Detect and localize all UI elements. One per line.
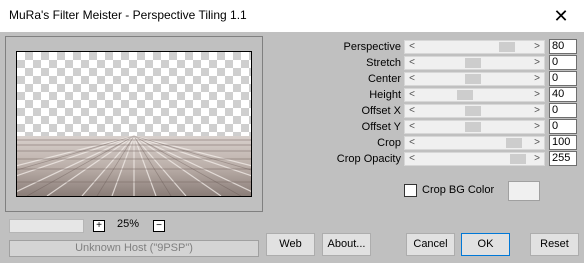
chevron-left-icon[interactable]: < [405,89,419,101]
slider-center[interactable]: < > [404,72,545,86]
web-button-label: Web [279,238,302,250]
value-field-stretch[interactable]: 0 [549,55,577,70]
crop-bg-color-checkbox[interactable] [404,184,417,197]
window-title: MuRa's Filter Meister - Perspective Tili… [9,8,247,22]
slider-stretch[interactable]: < > [404,56,545,70]
about-button[interactable]: About... [322,233,371,256]
chevron-left-icon[interactable]: < [405,153,419,165]
cancel-button[interactable]: Cancel [406,233,455,256]
param-label-offset-x: Offset X [361,105,401,117]
slider-thumb[interactable] [465,106,481,116]
param-label-perspective: Perspective [343,41,401,53]
chevron-left-icon[interactable]: < [405,41,419,53]
slider-thumb[interactable] [510,154,526,164]
param-label-crop: Crop [377,137,401,149]
ok-button-label: OK [477,238,494,250]
dialog-body: + 25% − Unknown Host ("9PSP") Perspectiv… [0,32,584,263]
value-field-offset-y[interactable]: 0 [549,119,577,134]
minus-icon: − [156,220,162,231]
preview-panel [5,36,263,212]
crop-bg-color-label: Crop BG Color [422,184,495,196]
value-field-height[interactable]: 40 [549,87,577,102]
value-field-crop[interactable]: 100 [549,135,577,150]
chevron-right-icon[interactable]: > [530,73,544,85]
close-button[interactable]: ✕ [538,0,584,32]
value-field-crop-opacity[interactable]: 255 [549,151,577,166]
reset-button[interactable]: Reset [530,233,579,256]
slider-thumb[interactable] [499,42,515,52]
value-field-center[interactable]: 0 [549,71,577,86]
about-button-label: About... [327,238,366,250]
reset-button-label: Reset [540,238,569,250]
chevron-left-icon[interactable]: < [405,121,419,133]
chevron-right-icon[interactable]: > [530,41,544,53]
ok-button[interactable]: OK [461,233,510,256]
web-button[interactable]: Web [266,233,315,256]
title-bar: MuRa's Filter Meister - Perspective Tili… [0,0,584,32]
param-label-height: Height [369,89,401,101]
value-field-perspective[interactable]: 80 [549,39,577,54]
slider-thumb[interactable] [465,58,481,68]
slider-thumb[interactable] [457,90,473,100]
slider-crop-opacity[interactable]: < > [404,152,545,166]
zoom-level: 25% [117,218,140,230]
perspective-floor-graphic [17,135,251,196]
crop-bg-color-swatch[interactable] [508,181,540,201]
slider-offset-x[interactable]: < > [404,104,545,118]
chevron-right-icon[interactable]: > [530,137,544,149]
slider-perspective[interactable]: < > [404,40,545,54]
value-field-offset-x[interactable]: 0 [549,103,577,118]
param-label-center: Center [367,73,401,85]
param-label-crop-opacity: Crop Opacity [336,153,401,165]
zoom-track[interactable] [9,219,84,233]
slider-thumb[interactable] [506,138,522,148]
param-label-offset-y: Offset Y [361,121,401,133]
chevron-left-icon[interactable]: < [405,57,419,69]
chevron-left-icon[interactable]: < [405,105,419,117]
chevron-right-icon[interactable]: > [530,105,544,117]
preview-canvas[interactable] [16,51,252,197]
chevron-right-icon[interactable]: > [530,153,544,165]
slider-thumb[interactable] [465,122,481,132]
chevron-left-icon[interactable]: < [405,73,419,85]
host-status: Unknown Host ("9PSP") [9,240,259,257]
param-label-stretch: Stretch [366,57,401,69]
chevron-right-icon[interactable]: > [530,57,544,69]
slider-height[interactable]: < > [404,88,545,102]
chevron-right-icon[interactable]: > [530,121,544,133]
plus-icon: + [96,220,102,231]
slider-thumb[interactable] [465,74,481,84]
slider-offset-y[interactable]: < > [404,120,545,134]
slider-crop[interactable]: < > [404,136,545,150]
cancel-button-label: Cancel [413,238,448,250]
close-icon: ✕ [553,5,569,26]
zoom-out-button[interactable]: − [153,220,165,232]
zoom-in-button[interactable]: + [93,220,105,232]
chevron-right-icon[interactable]: > [530,89,544,101]
chevron-left-icon[interactable]: < [405,137,419,149]
